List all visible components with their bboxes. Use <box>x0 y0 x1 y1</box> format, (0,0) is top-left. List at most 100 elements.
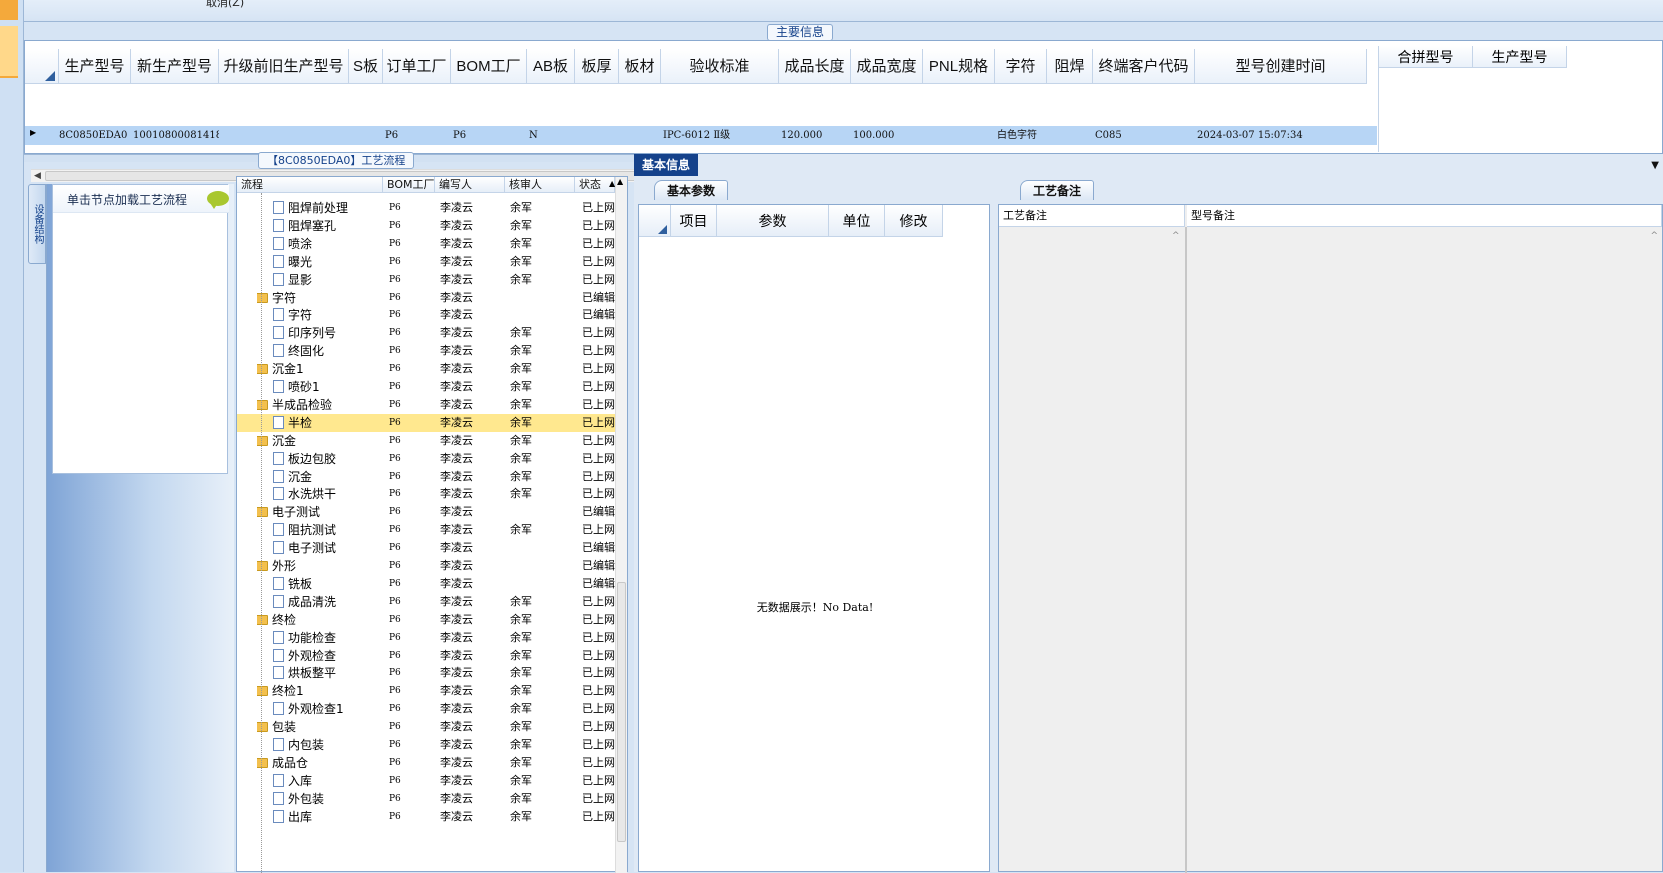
col-width-header[interactable]: 成品宽度 <box>851 49 923 84</box>
col-standard-cell[interactable]: IPC-6012 Ⅱ级 <box>661 126 779 145</box>
col-flow[interactable]: 流程 <box>237 177 383 193</box>
tree-node-row[interactable]: 入库 P6 李凌云 余军 已上网 <box>237 772 615 790</box>
tree-folder-row[interactable]: −沉金1P6李凌云余军已上网 <box>237 360 615 378</box>
tree-folder-row[interactable]: −终检P6李凌云余军已上网 <box>237 611 615 629</box>
tab-process-remarks[interactable]: 工艺备注 <box>1020 180 1095 200</box>
tree-node-row[interactable]: 功能检查 P6 李凌云 余军 已上网 <box>237 629 615 647</box>
tree-node-row[interactable]: 印序列号 P6 李凌云 余军 已上网 <box>237 324 615 342</box>
tab-basic-params[interactable]: 基本参数 <box>654 180 729 200</box>
col-customer-code-header[interactable]: 终端客户代码 <box>1093 49 1195 84</box>
col-merged-model[interactable]: 合拼型号 <box>1379 46 1473 68</box>
col-order-factory-cell[interactable]: P6 <box>383 126 451 145</box>
scroll-up-icon[interactable]: ▲ <box>617 177 623 186</box>
col-created-cell[interactable]: 2024-03-07 15:07:34 <box>1195 126 1367 145</box>
col-param[interactable]: 参数 <box>717 205 829 237</box>
col-writer[interactable]: 编写人 <box>435 177 505 193</box>
tree-node-row[interactable]: 阻抗测试 P6 李凌云 余军 已上网 <box>237 521 615 539</box>
col-prod-model-2[interactable]: 生产型号 <box>1473 46 1567 68</box>
tree-node-row[interactable]: 阻焊塞孔 P6 李凌云 余军 已上网 <box>237 217 615 235</box>
tree-node-row[interactable]: 终固化 P6 李凌云 余军 已上网 <box>237 342 615 360</box>
col-bom-factory-header[interactable]: BOM工厂 <box>451 49 527 84</box>
tree-folder-row[interactable]: −电子测试P6李凌云已编辑 <box>237 503 615 521</box>
tree-node-row[interactable]: 曝光 P6 李凌云 余军 已上网 <box>237 253 615 271</box>
col-new-prod-model-cell[interactable]: 10010800081418 <box>131 126 219 145</box>
tree-node-row[interactable]: 烘板整平 P6 李凌云 余军 已上网 <box>237 664 615 682</box>
col-model-remark[interactable]: 型号备注 <box>1187 205 1662 227</box>
tree-folder-row[interactable]: −包装P6李凌云余军已上网 <box>237 718 615 736</box>
remark-scroll-up-icon[interactable]: ^ <box>1172 231 1180 241</box>
col-s-board-header[interactable]: S板 <box>349 49 383 84</box>
col-length-header[interactable]: 成品长度 <box>779 49 851 84</box>
col-modify[interactable]: 修改 <box>885 205 943 237</box>
hint-row[interactable]: 单击节点加载工艺流程 <box>53 185 229 213</box>
col-length-cell[interactable]: 120.000 <box>779 126 851 145</box>
tree-node-row[interactable]: 外观检查1 P6 李凌云 余军 已上网 <box>237 700 615 718</box>
tree-node-row[interactable]: 出库 P6 李凌云 余军 已上网 <box>237 808 615 826</box>
col-width-cell[interactable]: 100.000 <box>851 126 923 145</box>
col-solder-cell[interactable] <box>1047 126 1093 145</box>
remark-splitter[interactable] <box>1185 227 1187 873</box>
tree-node-row[interactable]: 喷涂 P6 李凌云 余军 已上网 <box>237 235 615 253</box>
col-ab-board-header[interactable]: AB板 <box>527 49 575 84</box>
col-standard-header[interactable]: 验收标准 <box>661 49 779 84</box>
tree-scroll-thumb[interactable] <box>617 582 626 842</box>
tree-node-row[interactable]: 半检 P6 李凌云 余军 已上网 <box>237 413 615 432</box>
col-material-header[interactable]: 板材 <box>619 49 661 84</box>
tree-folder-row[interactable]: −沉金P6李凌云余军已上网 <box>237 432 615 450</box>
tree-node-row[interactable]: 水洗烘干 P6 李凌云 余军 已上网 <box>237 485 615 503</box>
tree-folder-row[interactable]: −字符P6李凌云已编辑 <box>237 289 615 307</box>
col-customer-code-cell[interactable]: C085 <box>1093 126 1195 145</box>
col-thickness-header[interactable]: 板厚 <box>575 49 619 84</box>
col-old-model-cell[interactable] <box>219 126 349 145</box>
tree-node-row[interactable]: 铣板 P6 李凌云 已编辑 <box>237 575 615 593</box>
tree-node-row[interactable]: 板边包胶 P6 李凌云 余军 已上网 <box>237 450 615 468</box>
params-corner-selector[interactable] <box>639 205 671 237</box>
tree-node-row[interactable]: 喷砂1 P6 李凌云 余军 已上网 <box>237 378 615 396</box>
col-created-header[interactable]: 型号创建时间 <box>1195 49 1367 84</box>
col-bom-factory-cell[interactable]: P6 <box>451 126 527 145</box>
col-pnl-header[interactable]: PNL规格 <box>923 49 995 84</box>
tree-node-row[interactable]: 沉金 P6 李凌云 余军 已上网 <box>237 468 615 486</box>
dock-tab-active[interactable] <box>0 0 18 20</box>
tree-folder-row[interactable]: −终检1P6李凌云余军已上网 <box>237 682 615 700</box>
col-prod-model-cell[interactable]: 8C0850EDA0 <box>59 126 131 145</box>
model-remark-scroll-up-icon[interactable]: ^ <box>1650 231 1658 241</box>
col-old-model-header[interactable]: 升级前旧生产型号 <box>219 49 349 84</box>
tree-node-row[interactable]: 外包装 P6 李凌云 余军 已上网 <box>237 790 615 808</box>
col-unit[interactable]: 单位 <box>829 205 885 237</box>
col-process-remark[interactable]: 工艺备注 <box>999 205 1185 227</box>
basic-info-title[interactable]: 基本信息 <box>634 154 699 176</box>
tree-node-row[interactable]: 显影 P6 李凌云 余军 已上网 <box>237 271 615 289</box>
tree-folder-row[interactable]: −外形P6李凌云已编辑 <box>237 557 615 575</box>
col-pnl-cell[interactable] <box>923 126 995 145</box>
col-thickness-cell[interactable] <box>575 126 619 145</box>
dock-tab-highlight[interactable] <box>0 26 18 78</box>
scroll-left-icon[interactable]: ◀ <box>34 170 41 183</box>
tree-node-row[interactable]: 阻焊前处理 P6 李凌云 余军 已上网 <box>237 199 615 217</box>
tree-vertical-scrollbar[interactable]: ▲ <box>615 177 627 873</box>
col-material-cell[interactable] <box>619 126 661 145</box>
col-new-prod-model-header[interactable]: 新生产型号 <box>131 49 219 84</box>
col-solder-header[interactable]: 阻焊 <box>1047 49 1093 84</box>
tree-folder-row[interactable]: −半成品检验P6李凌云余军已上网 <box>237 396 615 414</box>
collapse-arrow-icon[interactable]: ▼ <box>1651 160 1659 171</box>
cancel-button[interactable]: 取消(Z) <box>206 0 244 10</box>
tree-folder-row[interactable]: −成品仓P6李凌云余军已上网 <box>237 754 615 772</box>
col-reviewer[interactable]: 核审人 <box>505 177 575 193</box>
col-prod-model-header[interactable]: 生产型号 <box>59 49 131 84</box>
tree-node-row[interactable]: 电子测试 P6 李凌云 已编辑 <box>237 539 615 557</box>
col-order-factory-header[interactable]: 订单工厂 <box>383 49 451 84</box>
col-item[interactable]: 项目 <box>671 205 717 237</box>
col-char-cell[interactable]: 白色字符 <box>995 126 1047 145</box>
col-s-board-cell[interactable] <box>349 126 383 145</box>
col-bom[interactable]: BOM工厂 <box>383 177 435 193</box>
side-tab-equipment[interactable]: 设备结构 <box>28 184 46 264</box>
col-ab-board-cell[interactable]: N <box>527 126 575 145</box>
tree-node-row[interactable]: 字符 P6 李凌云 已编辑 <box>237 306 615 324</box>
tree-node-row[interactable]: 外观检查 P6 李凌云 余军 已上网 <box>237 647 615 665</box>
node-bom: P6 <box>389 453 401 464</box>
grid-corner-selector[interactable] <box>25 49 59 84</box>
col-char-header[interactable]: 字符 <box>995 49 1047 84</box>
tree-node-row[interactable]: 成品清洗 P6 李凌云 余军 已上网 <box>237 593 615 611</box>
tree-node-row[interactable]: 内包装 P6 李凌云 余军 已上网 <box>237 736 615 754</box>
